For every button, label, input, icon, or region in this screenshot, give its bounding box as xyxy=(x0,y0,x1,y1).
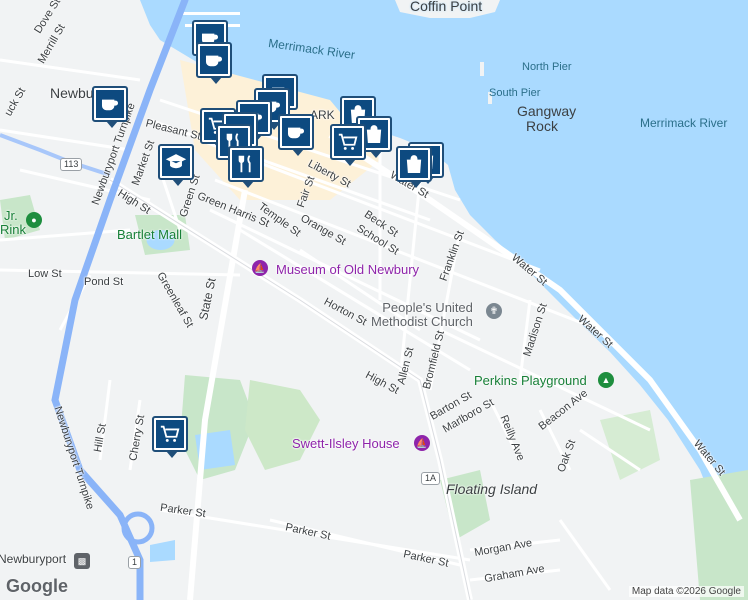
swett-ilsley-label[interactable]: Swett-Ilsley House xyxy=(292,436,400,451)
south-pier-label: South Pier xyxy=(489,87,541,99)
cart-marker[interactable] xyxy=(330,124,366,166)
coffee-marker[interactable] xyxy=(92,86,128,128)
coffee-icon xyxy=(101,99,118,111)
route-113-shield: 113 xyxy=(60,158,83,171)
north-pier-label: North Pier xyxy=(522,61,572,73)
coffin-point-label: Coffin Point xyxy=(410,0,483,14)
train-station-icon[interactable]: ▩ xyxy=(74,553,90,569)
cart-marker[interactable] xyxy=(152,416,188,458)
shopping-cart-icon xyxy=(338,133,358,150)
restaurant-marker[interactable] xyxy=(228,146,264,188)
map-attribution[interactable]: Map data ©2026 Google xyxy=(628,586,744,597)
shopping-bag-icon xyxy=(406,155,422,173)
church-cross-icon[interactable]: ✟ xyxy=(486,303,502,319)
park-tree-icon[interactable]: ▲ xyxy=(598,372,614,388)
rink-icon[interactable]: ● xyxy=(26,212,42,228)
restaurant-icon xyxy=(238,155,251,173)
jr-rink-label-1: Jr. xyxy=(4,208,18,223)
coffee-marker[interactable] xyxy=(278,114,314,156)
shopping-bag-icon xyxy=(366,125,382,143)
street-pond: Pond St xyxy=(84,276,124,288)
church-label-line1: People's United xyxy=(382,300,473,315)
google-logo[interactable]: Google xyxy=(6,576,68,597)
coffee-icon xyxy=(205,55,222,67)
route-1-shield: 1 xyxy=(128,556,142,569)
school-marker[interactable] xyxy=(158,144,194,186)
church-label[interactable]: People's United Methodist Church xyxy=(371,301,473,329)
museum-label[interactable]: Museum of Old Newbury xyxy=(276,262,419,277)
newburyport-station-label: Newburyport xyxy=(0,552,67,566)
church-label-line2: Methodist Church xyxy=(371,314,473,329)
coffee-marker[interactable] xyxy=(196,42,232,84)
street-low: Low St xyxy=(28,268,62,280)
shopping-cart-icon xyxy=(160,425,180,442)
school-cap-icon xyxy=(165,154,187,169)
newburyport-label-top: Newbur xyxy=(50,85,99,101)
gangway-rock-label: Gangway Rock xyxy=(517,103,577,134)
bag-marker[interactable] xyxy=(396,146,432,188)
floating-island-label: Floating Island xyxy=(446,481,538,497)
route-1a-shield: 1A xyxy=(421,472,441,485)
coffee-icon xyxy=(287,127,304,139)
perkins-playground-label[interactable]: Perkins Playground xyxy=(474,373,587,388)
historic-house-icon[interactable]: ⛵ xyxy=(414,435,430,451)
river-label-lower: Merrimack River xyxy=(640,116,728,130)
bartlet-mall-label[interactable]: Bartlet Mall xyxy=(117,227,182,242)
jr-rink-label-2: Rink xyxy=(0,222,27,237)
museum-icon[interactable]: ⛵ xyxy=(252,260,268,276)
map-canvas[interactable]: Coffin Point Merrimack River North Pier … xyxy=(0,0,748,600)
